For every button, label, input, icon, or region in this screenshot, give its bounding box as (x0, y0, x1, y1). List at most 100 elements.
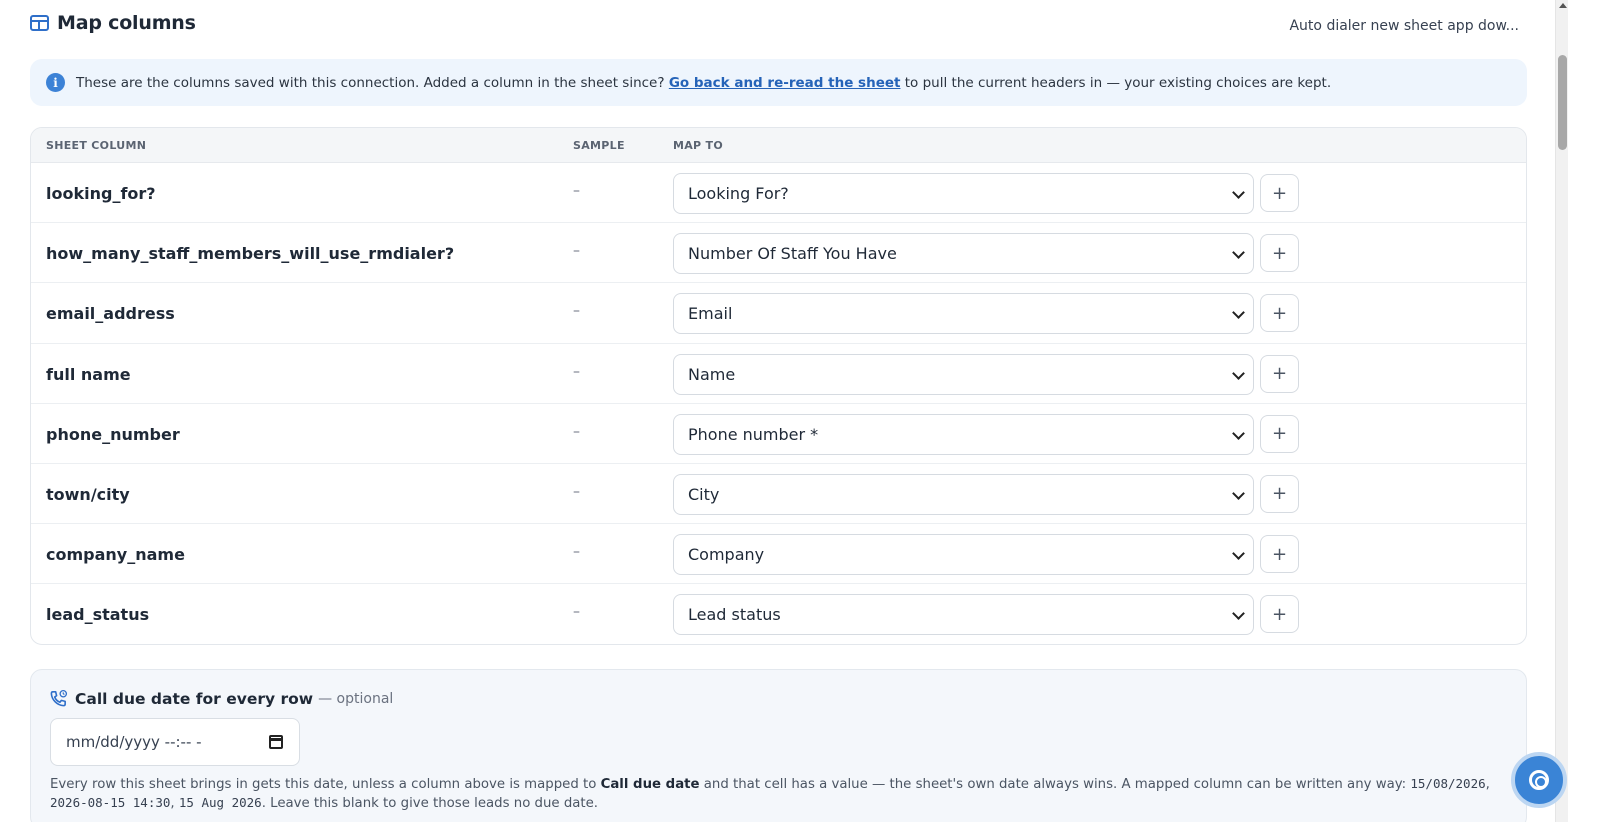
calendar-icon[interactable] (269, 735, 283, 749)
plus-icon: + (1271, 363, 1288, 385)
sample-value: – (573, 363, 580, 380)
scroll-thumb[interactable] (1558, 55, 1567, 150)
table-row: lead_status – Lead status + (31, 584, 1526, 644)
map-to-select[interactable]: Name (673, 353, 1254, 395)
info-text: These are the columns saved with this co… (76, 75, 1331, 91)
table-row: email_address – Email + (31, 283, 1526, 344)
phone-clock-icon (50, 689, 68, 707)
plus-icon: + (1271, 423, 1288, 445)
map-to-select[interactable]: Looking For? (673, 173, 1254, 214)
sheet-column-name: full name (46, 364, 131, 384)
add-field-button[interactable]: + (1260, 234, 1299, 273)
add-field-button[interactable]: + (1260, 535, 1299, 574)
sheet-name: Auto dialer new sheet app dow... (1289, 18, 1519, 34)
sample-value: – (573, 243, 580, 260)
chevron-down-icon (1232, 547, 1245, 560)
title-group: Map columns (30, 12, 196, 34)
help-button[interactable] (1511, 752, 1567, 808)
chevron-down-icon (1232, 306, 1245, 320)
lifebuoy-icon (1529, 770, 1549, 790)
map-to-value: Phone number * (688, 424, 819, 444)
sample-value: – (573, 604, 580, 621)
sheet-column-name: company_name (46, 545, 185, 565)
table-body: looking_for? – Looking For? + how_many_staff… (31, 163, 1526, 644)
sample-value: – (573, 183, 580, 199)
table-row: looking_for? – Looking For? + (31, 163, 1526, 224)
chevron-down-icon (1232, 186, 1245, 199)
chevron-down-icon (1232, 366, 1245, 380)
add-field-button[interactable]: + (1260, 294, 1299, 333)
help-part-1: Every row this sheet brings in gets this… (50, 777, 601, 792)
table-row: phone_number – Phone number * + (31, 404, 1526, 464)
scroll-up-icon[interactable] (1559, 3, 1567, 8)
page-scrollbar[interactable] (1555, 0, 1568, 822)
help-example-3: 15 Aug 2026 (178, 795, 262, 810)
sheet-column-name: looking_for? (46, 184, 156, 203)
add-field-button[interactable]: + (1260, 595, 1299, 634)
map-to-value: Company (688, 545, 765, 565)
table-row: full name – Name + (31, 344, 1526, 404)
header-sample: SAMPLE (573, 139, 625, 152)
info-icon: i (46, 73, 65, 92)
map-to-value: City (688, 484, 720, 504)
columns-grid-icon (30, 15, 49, 31)
map-to-select[interactable]: Phone number * (673, 413, 1254, 455)
call-due-date-card: Call due date for every row — optional m… (30, 669, 1527, 822)
chevron-down-icon (1232, 246, 1245, 260)
info-text-before: These are the columns saved with this co… (76, 74, 669, 91)
map-to-value: Looking For? (688, 184, 789, 203)
table-row: company_name – Company + (31, 524, 1526, 585)
column-mapping-table: SHEET COLUMN SAMPLE MAP TO looking_for? –… (30, 127, 1527, 645)
due-date-header: Call due date for every row — optional (49, 689, 393, 708)
due-date-placeholder: mm/dd/yyyy --:-- - (66, 733, 202, 751)
map-to-select[interactable]: City (673, 473, 1254, 515)
sample-value: – (573, 483, 580, 500)
plus-icon: + (1271, 182, 1288, 204)
header-map-to: MAP TO (673, 139, 724, 152)
plus-icon: + (1271, 302, 1288, 324)
info-banner: i These are the columns saved with this … (30, 59, 1527, 106)
plus-icon: + (1271, 543, 1288, 565)
add-field-button[interactable]: + (1260, 354, 1299, 393)
map-to-value: Lead status (688, 605, 781, 625)
add-field-button[interactable]: + (1260, 174, 1299, 212)
plus-icon: + (1271, 603, 1288, 625)
map-to-select[interactable]: Number Of Staff You Have (673, 233, 1254, 275)
table-header: SHEET COLUMN SAMPLE MAP TO (31, 128, 1526, 163)
chevron-down-icon (1232, 607, 1245, 621)
add-field-button[interactable]: + (1260, 474, 1299, 513)
map-columns-page: Map columns Auto dialer new sheet app do… (0, 0, 1555, 822)
map-to-select[interactable]: Email (673, 293, 1254, 335)
table-row: how_many_staff_members_will_use_rmdialer… (31, 223, 1526, 284)
sheet-column-name: lead_status (46, 605, 150, 625)
help-bold: Call due date (600, 777, 700, 792)
due-date-help: Every row this sheet brings in gets this… (50, 776, 1490, 811)
help-example-1: 15/08/2026 (1410, 776, 1486, 791)
due-date-input[interactable]: mm/dd/yyyy --:-- - (50, 718, 300, 766)
due-date-title: Call due date for every row (75, 689, 314, 708)
plus-icon: + (1271, 483, 1288, 505)
map-to-value: Number Of Staff You Have (688, 244, 897, 264)
sheet-column-name: town/city (46, 484, 130, 504)
page-title: Map columns (57, 12, 196, 34)
reread-sheet-link[interactable]: Go back and re-read the sheet (669, 75, 901, 91)
sample-value: – (573, 423, 580, 440)
sheet-column-name: how_many_staff_members_will_use_rmdialer… (46, 244, 455, 264)
map-to-value: Name (688, 364, 736, 384)
chevron-down-icon (1232, 487, 1245, 500)
add-field-button[interactable]: + (1260, 414, 1299, 453)
table-row: town/city – City + (31, 464, 1526, 525)
map-to-value: Email (688, 304, 733, 324)
map-to-select[interactable]: Lead status (673, 594, 1254, 636)
help-example-2: 2026-08-15 14:30 (50, 795, 171, 810)
sheet-column-name: email_address (46, 304, 175, 324)
map-to-select[interactable]: Company (673, 534, 1254, 576)
page-header: Map columns Auto dialer new sheet app do… (30, 12, 1527, 40)
header-sheet-column: SHEET COLUMN (46, 139, 147, 152)
help-part-3: . Leave this blank to give those leads n… (261, 796, 599, 811)
due-date-optional: — optional (318, 690, 394, 707)
sample-value: – (573, 544, 580, 561)
help-part-2: and that cell has a value — the sheet's … (699, 777, 1411, 792)
plus-icon: + (1271, 242, 1288, 264)
sheet-column-name: phone_number (46, 424, 180, 444)
